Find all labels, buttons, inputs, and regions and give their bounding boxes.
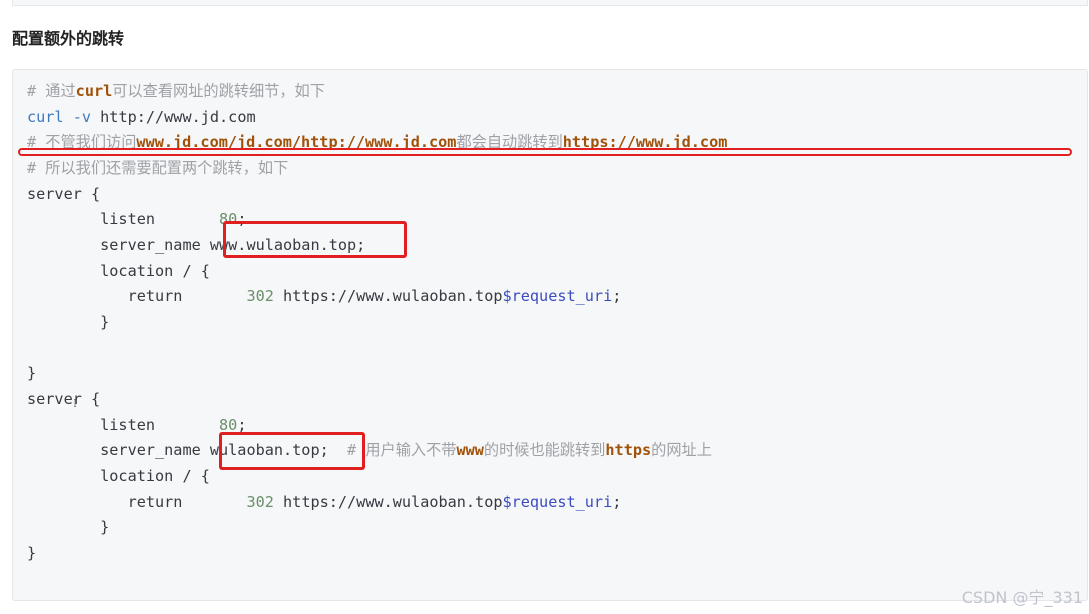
code-line-8: location / { [27,262,210,280]
section-heading: 配置额外的跳转 [12,29,125,48]
code-line-18: } [27,518,110,536]
code-line-2: curl -v http://www.jd.com [27,108,256,126]
annotation-underline [18,148,1072,156]
annotation-box-server-name-2 [219,432,365,470]
code-line-4: # 所以我们还需要配置两个跳转，如下 [27,159,289,177]
code-line-5: server { [27,185,101,203]
code-line-14: listen 80; [27,416,247,434]
watermark: CSDN @宁_331 [961,588,1083,607]
code-line-13: server { [27,390,101,408]
code-line-19: } [27,544,37,562]
previous-block-edge [12,0,1088,6]
code-line-1: # 通过curl可以查看网址的跳转细节，如下 [27,82,325,100]
code-line-16: location / { [27,467,210,485]
code-line-15: server_name wulaoban.top; # 用户输入不带www的时候… [27,441,712,459]
code-line-12: } [27,364,37,382]
code-line-10: } [27,313,110,331]
code-line-6: listen 80; [27,210,247,228]
code-line-9: return 302 https://www.wulaoban.top$requ… [27,287,622,305]
code-line-17: return 302 https://www.wulaoban.top$requ… [27,493,622,511]
annotation-box-server-name-1 [223,221,407,258]
text-cursor-icon [74,399,76,407]
